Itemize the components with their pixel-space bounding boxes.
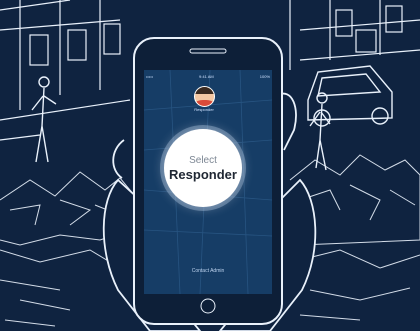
avatar[interactable] [194,86,215,107]
avatar-shirt [196,100,213,106]
select-label: Select [189,154,217,166]
signal-indicator: ••••• [146,73,154,79]
illustration-scene: ••••• 9:41 AM 100% Responder Select Resp… [0,0,420,331]
battery-indicator: 100% [259,73,270,79]
phone-status-bar: ••••• 9:41 AM 100% [146,72,270,80]
responder-label: Responder [169,166,237,182]
contact-admin-link[interactable]: Contact Admin [150,268,266,274]
avatar-caption: Responder [194,107,214,112]
status-time: 9:41 AM [199,73,214,79]
select-responder-button[interactable]: Select Responder [164,129,242,207]
avatar-hair [195,87,214,94]
